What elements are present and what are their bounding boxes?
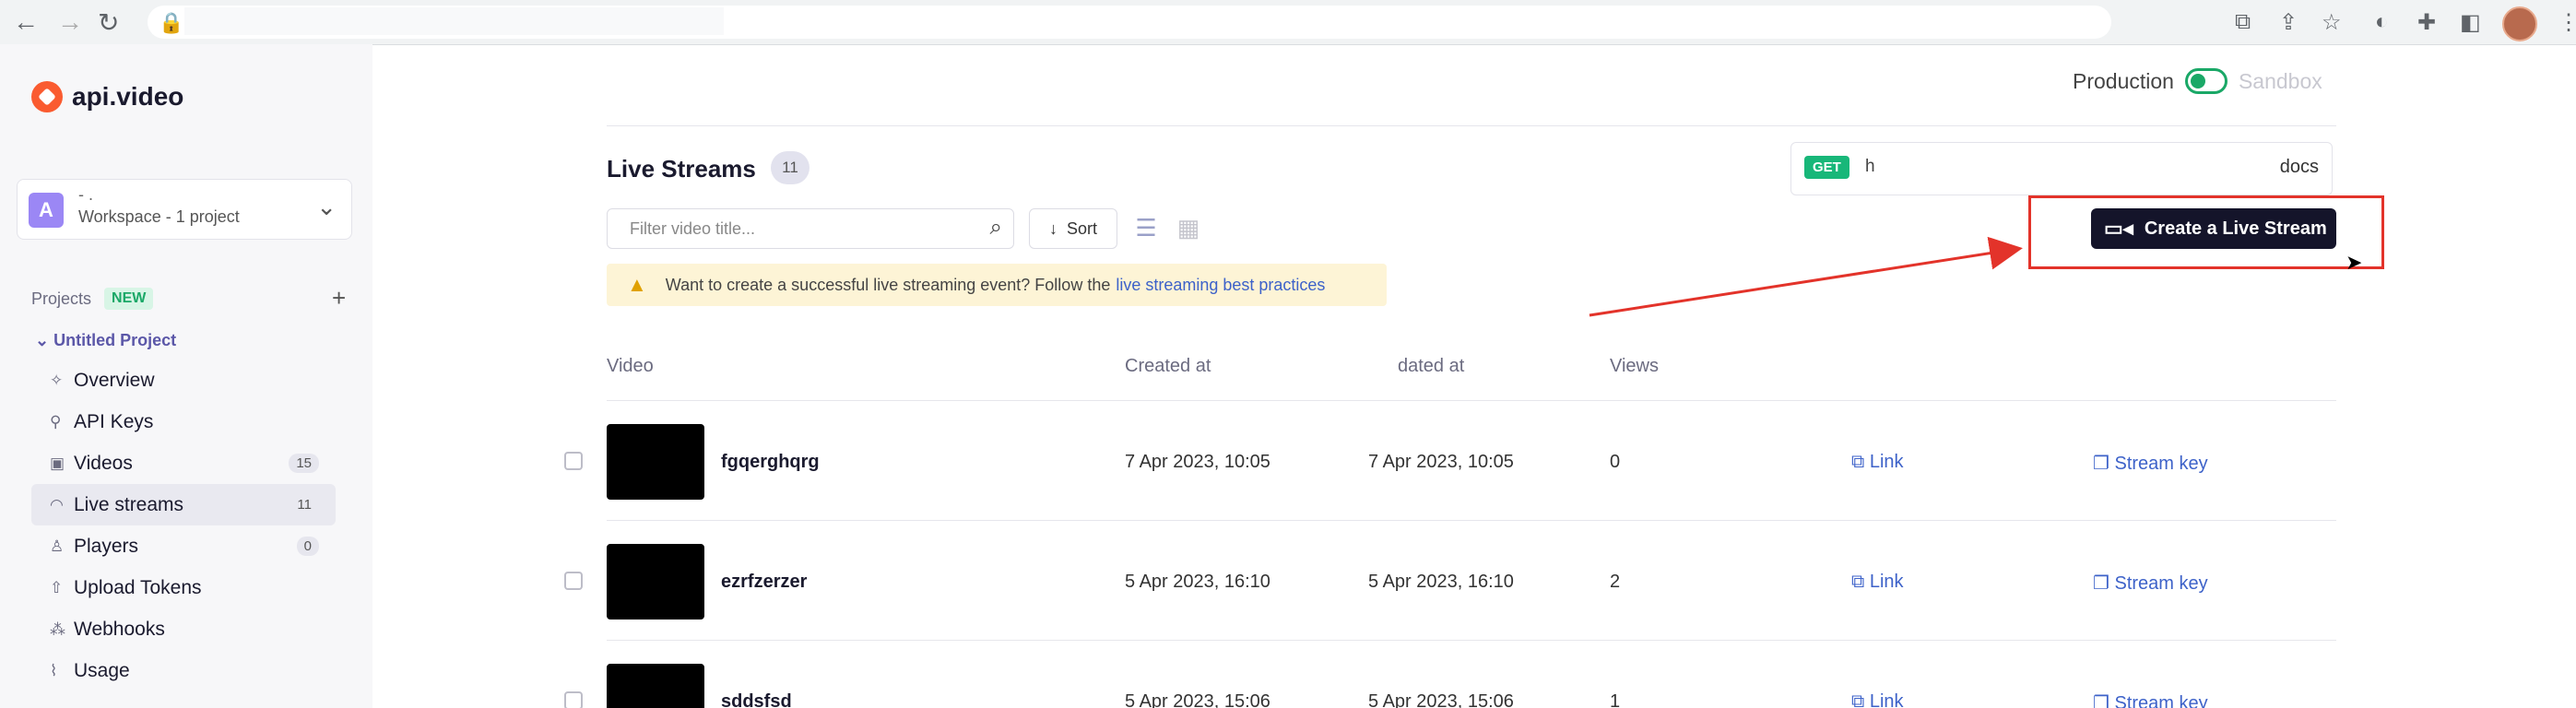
row-checkbox[interactable] <box>564 452 583 470</box>
stream-key-button[interactable]: ❐ Stream key <box>2093 452 2208 475</box>
row-checkbox[interactable] <box>564 691 583 708</box>
copy-icon: ❐ <box>2093 454 2109 474</box>
table-row[interactable]: ezrfzerzer 5 Apr 2023, 16:10 5 Apr 2023,… <box>0 522 2576 642</box>
created-at: 7 Apr 2023, 10:05 <box>1125 452 1270 472</box>
link-button[interactable]: ⧉ Link <box>1851 572 1904 593</box>
updated-at: 5 Apr 2023, 16:10 <box>1368 572 1514 592</box>
warning-icon: ▲ <box>627 273 647 296</box>
link-button[interactable]: ⧉ Link <box>1851 452 1904 473</box>
stream-key-label: Stream key <box>2114 454 2208 474</box>
link-button[interactable]: ⧉ Link <box>1851 691 1904 708</box>
created-at: 5 Apr 2023, 16:10 <box>1125 572 1270 592</box>
divider <box>607 520 2336 521</box>
column-header-updated[interactable]: dated at <box>1398 356 1464 377</box>
stream-key-button[interactable]: ❐ Stream key <box>2093 691 2208 708</box>
info-banner: ▲ Want to create a successful live strea… <box>607 264 1387 306</box>
divider <box>607 640 2336 641</box>
views-count: 0 <box>1610 452 1621 472</box>
stream-key-label: Stream key <box>2114 573 2208 594</box>
video-thumbnail[interactable] <box>607 544 704 620</box>
banner-text: Want to create a successful live streami… <box>665 275 1111 294</box>
row-checkbox[interactable] <box>564 572 583 590</box>
video-thumbnail[interactable] <box>607 424 704 500</box>
link-label: Link <box>1869 691 1904 708</box>
views-count: 1 <box>1610 691 1621 708</box>
video-thumbnail[interactable] <box>607 664 704 708</box>
updated-at: 7 Apr 2023, 10:05 <box>1368 452 1514 472</box>
copy-icon: ❐ <box>2093 573 2109 594</box>
link-label: Link <box>1869 572 1904 592</box>
external-link-icon: ⧉ <box>1851 691 1865 708</box>
table-row[interactable]: fgqerghqrg 7 Apr 2023, 10:05 7 Apr 2023,… <box>0 402 2576 522</box>
created-at: 5 Apr 2023, 15:06 <box>1125 691 1270 708</box>
link-label: Link <box>1869 452 1904 472</box>
views-count: 2 <box>1610 572 1621 592</box>
copy-icon: ❐ <box>2093 693 2109 708</box>
external-link-icon: ⧉ <box>1851 572 1865 592</box>
divider <box>607 400 2336 401</box>
stream-key-label: Stream key <box>2114 693 2208 708</box>
external-link-icon: ⧉ <box>1851 452 1865 472</box>
stream-name[interactable]: fgqerghqrg <box>721 452 820 473</box>
table-row[interactable]: sddsfsd 5 Apr 2023, 15:06 5 Apr 2023, 15… <box>0 642 2576 708</box>
updated-at: 5 Apr 2023, 15:06 <box>1368 691 1514 708</box>
stream-key-button[interactable]: ❐ Stream key <box>2093 572 2208 595</box>
column-header-views[interactable]: Views <box>1610 356 1659 377</box>
column-header-created[interactable]: Created at <box>1125 356 1211 377</box>
stream-name[interactable]: ezrfzerzer <box>721 572 807 593</box>
best-practices-link[interactable]: live streaming best practices <box>1116 276 1325 295</box>
column-header-video[interactable]: Video <box>607 356 654 377</box>
stream-name[interactable]: sddsfsd <box>721 691 792 708</box>
